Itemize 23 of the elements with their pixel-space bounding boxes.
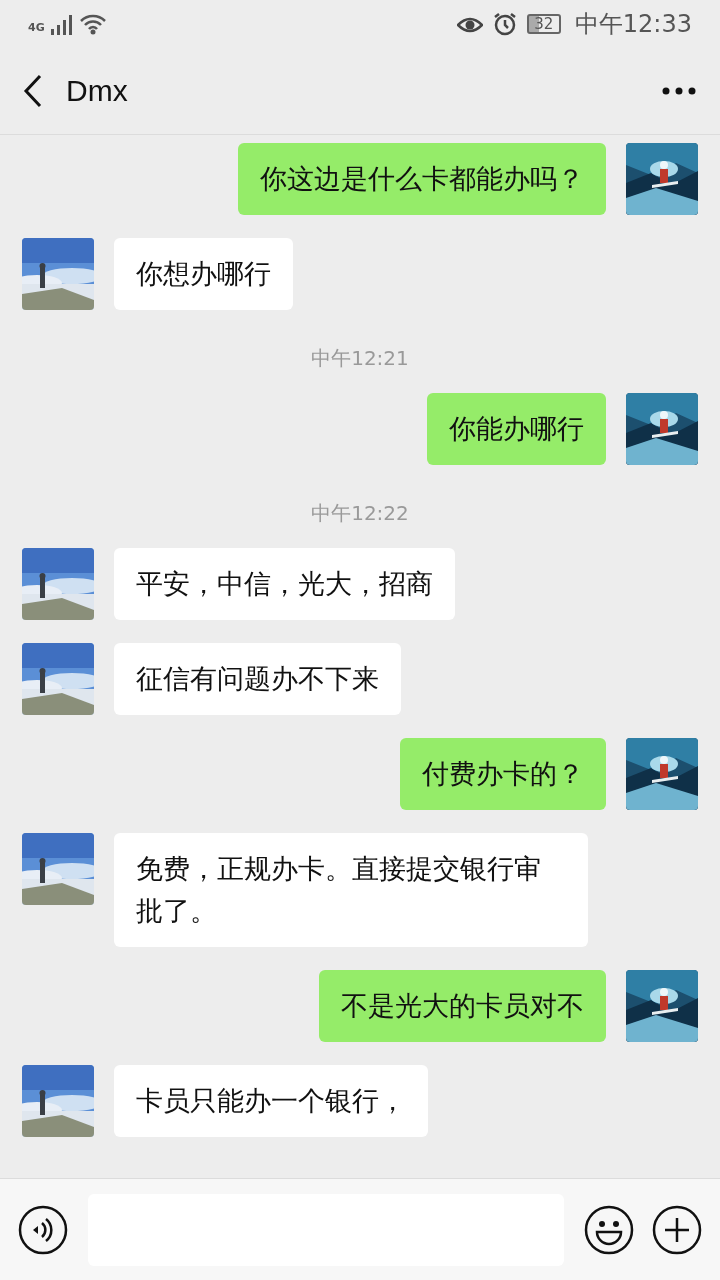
received-message-bubble: 平安，中信，光大，招商 [114,548,455,620]
signal-icon [50,15,73,35]
alarm-icon [492,12,517,36]
smiley-icon[interactable] [584,1204,634,1255]
sent-message-bubble: 你这边是什么卡都能办吗？ [238,143,606,215]
back-icon[interactable] [22,74,44,108]
wifi-icon [78,13,107,35]
add-icon[interactable] [652,1204,702,1255]
clock-time: 中午12:33 [574,9,692,40]
received-message-bubble: 你想办哪行 [114,238,293,310]
sent-message-bubble: 不是光大的卡员对不 [319,970,606,1042]
voice-icon[interactable] [18,1204,68,1255]
sent-message-bubble: 你能办哪行 [427,393,606,465]
received-message-bubble: 卡员只能办一个银行， [114,1065,428,1137]
timestamp: 中午12:21 [311,345,409,372]
received-message-bubble: 征信有问题办不下来 [114,643,401,715]
timestamp: 中午12:22 [311,500,409,527]
sent-message-bubble: 付费办卡的？ [400,738,606,810]
network-label: 4G [28,21,45,34]
battery-icon: 32 [526,14,561,34]
more-icon[interactable] [662,87,696,95]
received-message-bubble: 免费，正规办卡。直接提交银行审批了。 [114,833,588,947]
chat-title: Dmx [66,74,129,108]
